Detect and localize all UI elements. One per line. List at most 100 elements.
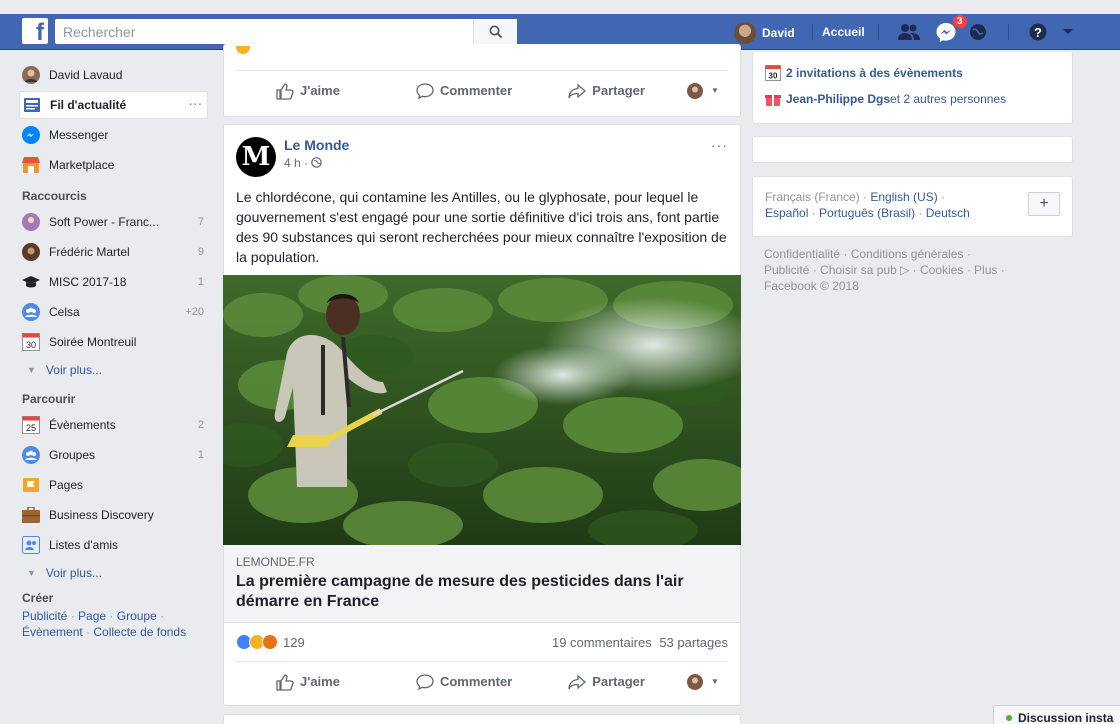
news-feed-icon bbox=[23, 96, 41, 114]
share-as-selector[interactable]: ▼ bbox=[686, 673, 719, 690]
post-stats: 129 19 commentaires 53 partages bbox=[236, 623, 728, 661]
shares-count-link[interactable]: 53 partages bbox=[659, 635, 728, 650]
post-text: Le chlordécone, qui contamine les Antill… bbox=[236, 189, 727, 265]
create-ad-link[interactable]: Publicité bbox=[22, 609, 67, 623]
event-invitations-link[interactable]: 30 2 invitations à des évènements bbox=[765, 64, 1060, 82]
post-options-button[interactable]: ··· bbox=[711, 137, 728, 153]
avatar bbox=[22, 243, 40, 261]
sidebar-item-shortcut[interactable]: Soft Power - Franc... 7 bbox=[22, 207, 208, 237]
search-icon bbox=[489, 25, 502, 38]
create-event-link[interactable]: Évènement bbox=[22, 625, 83, 639]
sidebar-item-label: Évènements bbox=[49, 418, 116, 432]
avatar bbox=[686, 82, 703, 99]
post-image[interactable] bbox=[223, 275, 741, 545]
sidebar-item-label: Soft Power - Franc... bbox=[49, 215, 160, 229]
briefcase-icon bbox=[22, 506, 40, 524]
link-preview[interactable]: LEMONDE.FR La première campagne de mesur… bbox=[224, 545, 740, 623]
sidebar-item-label: Soirée Montreuil bbox=[49, 335, 137, 349]
link-domain: LEMONDE.FR bbox=[236, 555, 315, 569]
group-icon bbox=[22, 303, 40, 321]
comment-button[interactable]: Commenter bbox=[416, 82, 512, 100]
sidebar-item-label: Marketplace bbox=[49, 158, 115, 172]
post-author-link[interactable]: Le Monde bbox=[284, 137, 349, 153]
reaction-icon bbox=[236, 46, 250, 56]
share-label: Partager bbox=[592, 674, 645, 689]
ad-choices-link[interactable]: Choisir sa pub ▷ bbox=[820, 263, 909, 277]
sidebar-item-shortcut[interactable]: Frédéric Martel 9 bbox=[22, 237, 208, 267]
sidebar-item-messenger[interactable]: Messenger bbox=[22, 120, 208, 150]
le-monde-logo-icon[interactable]: M bbox=[236, 137, 276, 177]
calendar-icon: 30 bbox=[22, 333, 40, 351]
globe-icon bbox=[311, 157, 323, 168]
chat-bar[interactable]: Discussion insta bbox=[993, 705, 1120, 724]
notifications-globe-icon[interactable] bbox=[966, 21, 990, 43]
comments-count-link[interactable]: 19 commentaires bbox=[552, 635, 652, 650]
sidebar-item-news-feed[interactable]: Fil d'actualité ··· bbox=[19, 91, 208, 119]
calendar-date: 25 bbox=[26, 423, 36, 433]
sidebar-item-profile[interactable]: David Lavaud bbox=[22, 60, 208, 90]
like-button[interactable]: J'aime bbox=[276, 82, 340, 100]
calendar-icon: 30 bbox=[765, 65, 781, 81]
share-button[interactable]: Partager bbox=[568, 82, 645, 100]
language-link[interactable]: English (US) bbox=[870, 190, 937, 204]
sidebar-item-pages[interactable]: Pages bbox=[22, 470, 208, 500]
friend-requests-icon[interactable] bbox=[897, 21, 921, 43]
sidebar-item-label: David Lavaud bbox=[49, 68, 123, 82]
add-language-button[interactable]: + bbox=[1028, 192, 1060, 216]
shortcuts-heading: Raccourcis bbox=[22, 189, 87, 203]
post-actions: J'aime Commenter Partager ▼ bbox=[236, 661, 728, 701]
advertising-link[interactable]: Publicité bbox=[764, 263, 809, 277]
birthday-others-link[interactable]: et 2 autres personnes bbox=[890, 92, 1006, 106]
language-box: Français (France) · English (US) · Españ… bbox=[752, 176, 1073, 237]
chat-bar-label: Discussion insta bbox=[1018, 711, 1114, 724]
search-box bbox=[55, 19, 517, 44]
create-heading: Créer bbox=[22, 591, 54, 605]
language-link[interactable]: Español bbox=[765, 206, 808, 220]
gift-icon bbox=[765, 95, 781, 106]
sidebar-item-shortcut[interactable]: 30 Soirée Montreuil bbox=[22, 327, 208, 357]
search-button[interactable] bbox=[473, 19, 517, 44]
events-box: 30 2 invitations à des évènements Jean-P… bbox=[752, 52, 1073, 124]
post-timestamp[interactable]: 4 h · bbox=[284, 156, 349, 170]
share-button[interactable]: Partager bbox=[568, 673, 645, 691]
account-menu-caret-icon[interactable] bbox=[1056, 21, 1080, 43]
sidebar-item-business-discovery[interactable]: Business Discovery bbox=[22, 500, 208, 530]
home-link[interactable]: Accueil bbox=[822, 25, 865, 39]
thumbs-up-icon bbox=[276, 673, 294, 691]
avatar bbox=[22, 66, 40, 84]
sidebar-item-friend-lists[interactable]: Listes d'amis bbox=[22, 530, 208, 560]
see-more-shortcuts-link[interactable]: ▼ Voir plus... bbox=[22, 357, 208, 383]
sidebar-item-label: Messenger bbox=[49, 128, 109, 142]
create-group-link[interactable]: Groupe bbox=[117, 609, 157, 623]
language-link[interactable]: Português (Brasil) bbox=[819, 206, 915, 220]
birthdays-row[interactable]: Jean-Philippe Dgs et 2 autres personnes bbox=[765, 90, 1060, 108]
more-options-icon[interactable]: ··· bbox=[189, 99, 203, 111]
sidebar-item-shortcut[interactable]: MISC 2017-18 1 bbox=[22, 267, 208, 297]
terms-link[interactable]: Conditions générales bbox=[851, 247, 964, 261]
see-more-explore-link[interactable]: ▼ Voir plus... bbox=[22, 560, 208, 586]
help-icon[interactable]: ? bbox=[1026, 21, 1050, 43]
cookies-link[interactable]: Cookies bbox=[920, 263, 963, 277]
create-fundraiser-link[interactable]: Collecte de fonds bbox=[93, 625, 186, 639]
like-button[interactable]: J'aime bbox=[276, 673, 340, 691]
reactions-summary[interactable]: 129 bbox=[236, 634, 305, 650]
share-as-selector[interactable]: ▼ bbox=[686, 82, 719, 99]
privacy-link[interactable]: Confidentialité bbox=[764, 247, 840, 261]
ad-choices-icon: ▷ bbox=[900, 263, 910, 277]
comment-button[interactable]: Commenter bbox=[416, 673, 512, 691]
birthday-name-link[interactable]: Jean-Philippe Dgs bbox=[786, 92, 890, 106]
facebook-logo-icon[interactable]: f bbox=[22, 18, 48, 44]
top-profile-link[interactable]: David bbox=[734, 22, 795, 44]
sidebar-item-shortcut[interactable]: Celsa +20 bbox=[22, 297, 208, 327]
search-input[interactable] bbox=[55, 19, 475, 44]
more-link[interactable]: Plus bbox=[974, 263, 997, 277]
comment-icon bbox=[416, 82, 434, 99]
sidebar-item-groups[interactable]: Groupes 1 bbox=[22, 440, 208, 470]
sidebar-item-marketplace[interactable]: Marketplace bbox=[22, 150, 208, 180]
language-link[interactable]: Deutsch bbox=[926, 206, 970, 220]
avatar bbox=[734, 22, 756, 44]
sidebar-item-events[interactable]: 25 Évènements 2 bbox=[22, 410, 208, 440]
calendar-date: 30 bbox=[26, 340, 36, 350]
calendar-date: 30 bbox=[769, 72, 778, 81]
create-page-link[interactable]: Page bbox=[78, 609, 106, 623]
